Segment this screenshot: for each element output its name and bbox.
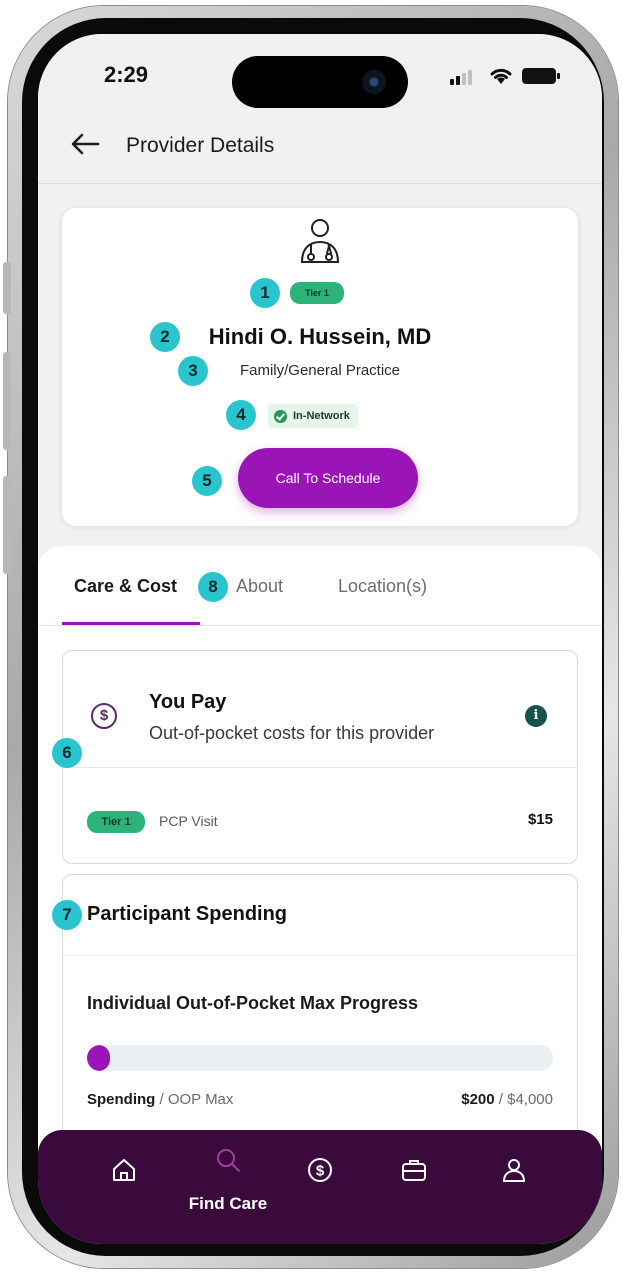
page-title: Provider Details (126, 134, 275, 157)
provider-specialty: Family/General Practice (239, 362, 401, 379)
provider-card: Tier 1 Hindi O. Hussein, MD Family/Gener… (62, 208, 578, 526)
participant-spending-card: Participant Spending Individual Out-of-P… (62, 874, 578, 1174)
spent-amount: $200 (461, 1091, 495, 1108)
nav-find-care-label[interactable]: Find Care (178, 1194, 278, 1214)
status-time: 2:29 (104, 62, 149, 87)
signal-icon (450, 70, 472, 85)
visit-cost: $15 (527, 811, 553, 828)
info-icon[interactable]: i (525, 705, 547, 727)
briefcase-icon (402, 1160, 426, 1181)
progress-values: $200 / $4,000 (461, 1091, 553, 1108)
camera-icon (362, 70, 386, 94)
tier-badge: Tier 1 (87, 811, 145, 833)
nav-benefits[interactable] (394, 1156, 434, 1196)
tab-about[interactable]: About (236, 576, 283, 597)
side-button-mute (3, 262, 11, 314)
nav-home[interactable] (104, 1156, 144, 1196)
provider-name: Hindi O. Hussein, MD (208, 324, 432, 349)
callout-badge: 8 (198, 572, 228, 602)
search-icon (217, 1149, 240, 1172)
callout-badge: 3 (178, 356, 208, 386)
dollar-circle-icon: $ (91, 703, 117, 729)
nav-costs[interactable]: $ (300, 1156, 340, 1196)
callout-badge: 1 (250, 278, 280, 308)
callout-badge: 2 (150, 322, 180, 352)
progress-legend: Spending / OOP Max (87, 1091, 233, 1108)
oop-progress-fill (87, 1045, 111, 1071)
side-button-volume-up (3, 352, 11, 450)
oop-progress-title: Individual Out-of-Pocket Max Progress (87, 993, 419, 1013)
back-arrow-icon[interactable] (70, 132, 100, 156)
spending-title: Participant Spending (87, 903, 288, 925)
battery-icon (522, 68, 560, 84)
svg-text:$: $ (316, 1163, 325, 1180)
callout-badge: 4 (226, 400, 256, 430)
tab-locations[interactable]: Location(s) (338, 576, 427, 597)
doctor-icon (300, 219, 340, 263)
callout-badge: 7 (52, 900, 82, 930)
divider (63, 955, 577, 956)
you-pay-card: $ You Pay Out-of-pocket costs for this p… (62, 650, 578, 864)
wifi-icon (490, 68, 512, 84)
oop-progress-bar (87, 1045, 553, 1071)
callout-badge: 6 (52, 738, 82, 768)
nav-profile[interactable] (494, 1156, 534, 1196)
care-cost-panel: $ You Pay Out-of-pocket costs for this p… (38, 626, 602, 1174)
bottom-nav: Find Care $ (38, 1130, 602, 1244)
you-pay-title: You Pay (149, 691, 227, 713)
call-to-schedule-button[interactable]: Call To Schedule (238, 448, 418, 508)
divider (63, 767, 577, 768)
person-icon (502, 1159, 526, 1182)
home-icon (113, 1159, 135, 1181)
status-bar: 2:29 (38, 34, 602, 114)
app-screen: 2:29 Provider Details Tier 1 Hindi O. Hu… (38, 34, 602, 1244)
tier-badge: Tier 1 (290, 282, 344, 304)
app-header: Provider Details (38, 114, 602, 184)
legend-oop-max: / OOP Max (155, 1091, 234, 1108)
you-pay-subtitle: Out-of-pocket costs for this provider (149, 723, 435, 743)
legend-spending: Spending (87, 1091, 156, 1108)
visit-type-label: PCP Visit (159, 813, 218, 829)
side-button-volume-down (3, 476, 11, 574)
tab-care-cost[interactable]: Care & Cost (74, 576, 177, 597)
check-circle-icon (274, 409, 287, 423)
dynamic-island (232, 56, 408, 108)
active-tab-indicator (62, 622, 200, 625)
network-status-label: In-Network (293, 410, 350, 422)
max-amount: / $4,000 (494, 1091, 553, 1108)
callout-badge: 5 (192, 466, 222, 496)
nav-find-care[interactable] (208, 1146, 248, 1186)
network-status-badge: In-Network (268, 404, 358, 428)
tab-bar: Care & Cost About Location(s) (38, 546, 602, 626)
dollar-icon: $ (308, 1158, 332, 1182)
